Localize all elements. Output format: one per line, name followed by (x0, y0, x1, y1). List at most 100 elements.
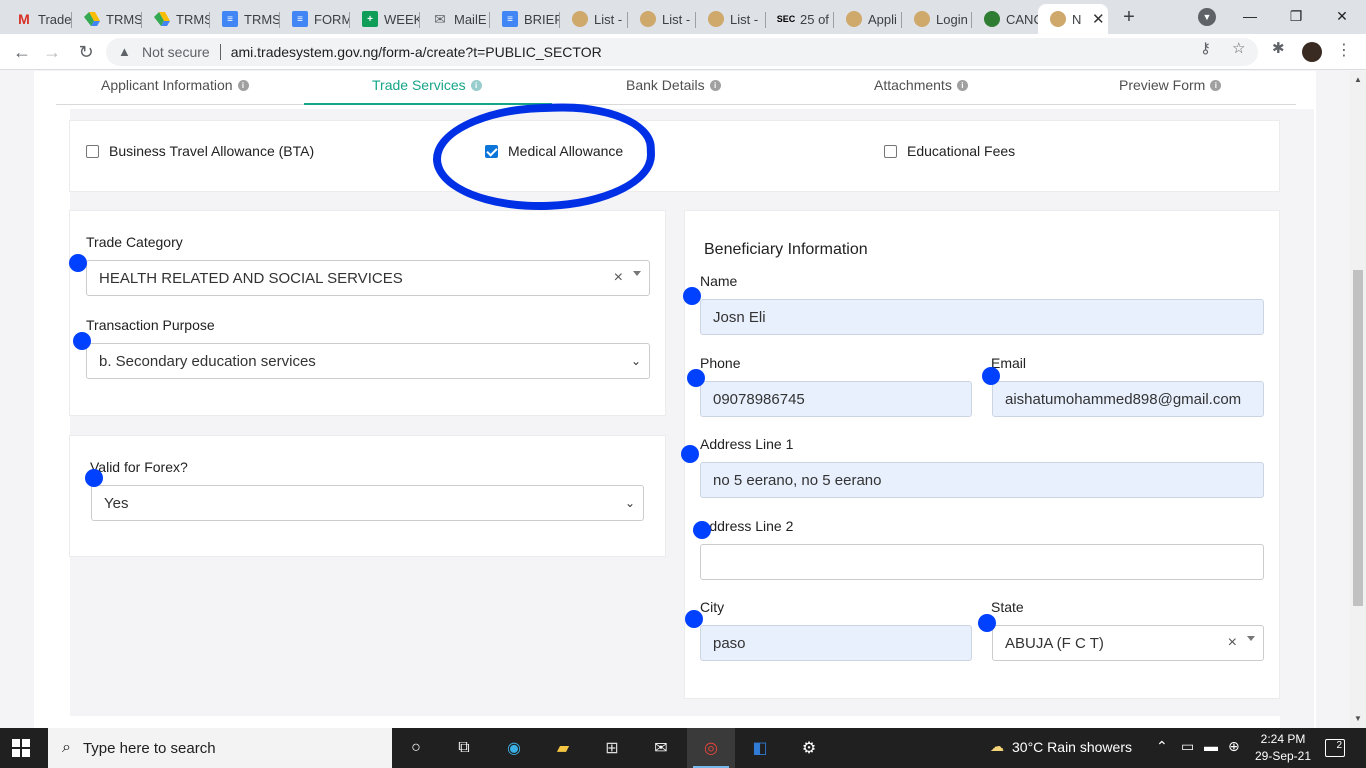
taskbar-search-box[interactable]: ⌕ Type here to search (48, 728, 392, 768)
educational-fees-checkbox[interactable] (884, 144, 897, 158)
browser-tab[interactable]: TRMS (142, 4, 210, 34)
browser-tab[interactable]: ≡ FORM (280, 4, 350, 34)
url-text[interactable]: ami.tradesystem.gov.ng/form-a/create?t=P… (231, 44, 602, 60)
task-view-icon[interactable]: ⧉ (452, 736, 476, 760)
device-icon[interactable]: ▭ (1181, 738, 1194, 755)
browser-toolbar: ← → ↻ ▲ Not secure ami.tradesystem.gov.n… (0, 34, 1366, 70)
annotation-dot (683, 287, 701, 305)
allowance-panel: Business Travel Allowance (BTA) Medical … (70, 121, 1279, 191)
browser-tab[interactable]: SEC 25 of (766, 4, 834, 34)
store-icon[interactable]: ⊞ (600, 736, 624, 760)
browser-tab[interactable]: List - (560, 4, 628, 34)
windows-taskbar: ⌕ Type here to search ○ ⧉ ◉ ▰ ⊞ ✉ ◎ ◧ ⚙ … (0, 728, 1366, 768)
page-viewport: Applicant Information i Trade Services i B… (0, 71, 1350, 728)
profile-avatar[interactable] (1302, 42, 1322, 62)
forex-panel: Valid for Forex? Yes ⌄ (70, 436, 665, 556)
new-tab-button[interactable]: + (1117, 6, 1141, 30)
person-icon (640, 11, 656, 27)
browser-tab[interactable]: Login (902, 4, 972, 34)
caret-down-icon[interactable] (633, 271, 641, 276)
browser-menu-icon[interactable]: ⋮ (1336, 40, 1352, 60)
tray-chevron-icon[interactable]: ⌃ (1156, 738, 1168, 755)
notification-center-icon[interactable]: 2 (1325, 739, 1345, 757)
key-icon[interactable]: ⚷ (1200, 39, 1211, 57)
scroll-up-icon[interactable]: ▲ (1354, 75, 1362, 84)
tab-search-icon[interactable]: ▼ (1198, 8, 1216, 26)
page-scrollbar[interactable]: ▲ ▼ (1350, 71, 1366, 728)
weather-widget[interactable]: ☁ 30°C Rain showers (990, 738, 1132, 755)
restore-icon[interactable]: ❐ (1273, 4, 1319, 28)
mail-app-icon[interactable]: ✉ (649, 736, 673, 760)
step-preview-form[interactable]: Preview Form i (1119, 77, 1222, 93)
security-label[interactable]: Not secure (142, 44, 210, 60)
drive-icon (154, 11, 170, 27)
battery-icon[interactable]: ▬ (1204, 738, 1218, 754)
education-checkbox-row[interactable]: Educational Fees (884, 143, 1015, 159)
browser-tab[interactable]: List - (696, 4, 766, 34)
browser-tab[interactable]: CANC (972, 4, 1038, 34)
chrome-icon[interactable]: ◎ (699, 736, 723, 760)
phone-field[interactable]: 09078986745 (700, 381, 972, 417)
trade-category-select[interactable]: HEALTH RELATED AND SOCIAL SERVICES × (86, 260, 650, 296)
browser-tab-active[interactable]: N ✕ (1038, 4, 1108, 34)
address-bar[interactable]: ▲ Not secure ami.tradesystem.gov.ng/form… (106, 38, 1258, 66)
bta-checkbox[interactable] (86, 144, 99, 158)
edge-icon[interactable]: ◉ (502, 736, 526, 760)
address-line-1-field[interactable]: no 5 eerano, no 5 eerano (700, 462, 1264, 498)
clear-icon[interactable]: × (1228, 634, 1237, 652)
address-line-2-field[interactable] (700, 544, 1264, 580)
browser-tab[interactable]: TRMS (72, 4, 142, 34)
docs-icon: ≡ (292, 11, 308, 27)
forex-select[interactable]: Yes ⌄ (91, 485, 644, 521)
windows-start-icon[interactable] (12, 739, 30, 757)
omnibox-divider (219, 44, 221, 60)
scroll-down-icon[interactable]: ▼ (1354, 714, 1362, 723)
forward-icon[interactable]: → (40, 40, 64, 64)
person-icon (1050, 11, 1066, 27)
browser-tab[interactable]: Appli (834, 4, 902, 34)
phone-label: Phone (700, 355, 741, 371)
network-icon[interactable]: ⊕ (1228, 738, 1240, 755)
browser-tab-strip: M Trade TRMS TRMS ≡ TRMS ≡ FORM + WEEK ✉ Mail… (0, 0, 1366, 34)
email-field[interactable]: aishatumohammed898@gmail.com (992, 381, 1264, 417)
scroll-thumb[interactable] (1353, 270, 1363, 606)
close-tab-icon[interactable]: ✕ (1092, 10, 1105, 28)
address-line-1-label: Address Line 1 (700, 436, 794, 452)
browser-tab[interactable]: + WEEK (350, 4, 420, 34)
clear-icon[interactable]: × (614, 269, 623, 287)
step-trade-services[interactable]: Trade Services i (372, 77, 482, 93)
browser-tab[interactable]: M Trade (4, 4, 72, 34)
annotation-dot (681, 445, 699, 463)
form-stepper: Applicant Information i Trade Services i B… (56, 71, 1296, 105)
city-field[interactable]: paso (700, 625, 972, 661)
outlook-icon[interactable]: ◧ (748, 736, 772, 760)
transaction-purpose-select[interactable]: b. Secondary education services ⌄ (86, 343, 650, 379)
step-applicant-information[interactable]: Applicant Information i (101, 77, 249, 93)
cortana-icon[interactable]: ○ (404, 736, 428, 760)
bookmark-star-icon[interactable]: ☆ (1232, 39, 1245, 57)
browser-tab[interactable]: ≡ TRMS (210, 4, 280, 34)
step-bank-details[interactable]: Bank Details i (626, 77, 721, 93)
extensions-icon[interactable]: ✱ (1272, 39, 1285, 57)
state-select[interactable]: ABUJA (F C T) × (992, 625, 1264, 661)
browser-tab[interactable]: List - (628, 4, 696, 34)
file-explorer-icon[interactable]: ▰ (551, 736, 575, 760)
browser-tab[interactable]: ✉ MailE (420, 4, 490, 34)
step-attachments[interactable]: Attachments i (874, 77, 968, 93)
reload-icon[interactable]: ↻ (74, 40, 98, 64)
info-icon: i (956, 79, 968, 91)
settings-icon[interactable]: ⚙ (797, 736, 821, 760)
warning-icon[interactable]: ▲ (118, 44, 134, 60)
info-icon: i (709, 79, 721, 91)
name-field[interactable]: Josn Eli (700, 299, 1264, 335)
back-icon[interactable]: ← (10, 40, 34, 64)
taskbar-clock[interactable]: 2:24 PM 29-Sep-21 (1252, 731, 1314, 765)
annotation-dot (85, 469, 103, 487)
info-icon: i (470, 79, 482, 91)
bta-checkbox-row[interactable]: Business Travel Allowance (BTA) (86, 143, 314, 159)
browser-tab[interactable]: ≡ BRIEF (490, 4, 560, 34)
caret-down-icon[interactable] (1247, 636, 1255, 641)
name-label: Name (700, 273, 738, 289)
close-window-icon[interactable]: ✕ (1319, 4, 1365, 28)
minimize-icon[interactable]: — (1227, 4, 1273, 28)
